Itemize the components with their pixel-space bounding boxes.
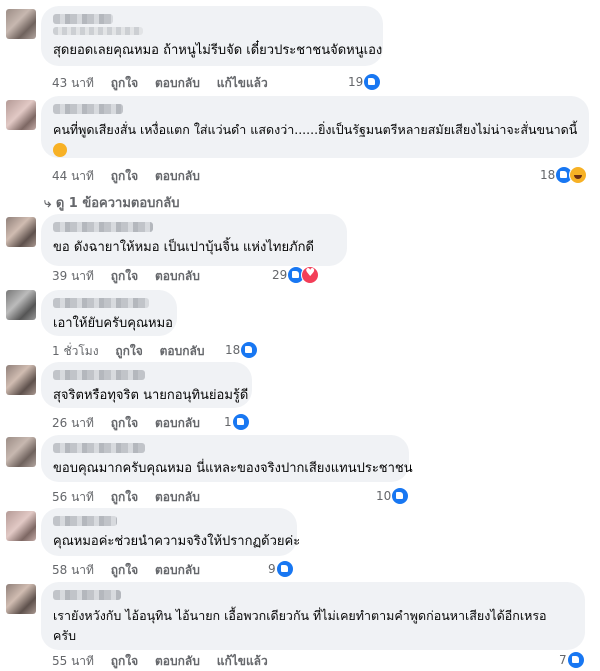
- comment-bubble: ขอ ดังฉายาให้หมอ เป็นเปาบุ้นจิ้น แห่งไทย…: [41, 214, 347, 266]
- commenter-name[interactable]: [53, 298, 149, 308]
- comment-bubble: เอาให้ยับครับคุณหมอ: [41, 290, 177, 336]
- like-reaction-icon: [240, 341, 259, 359]
- commenter-name[interactable]: [53, 443, 145, 453]
- comment-text: เอาให้ยับครับคุณหมอ: [53, 316, 173, 331]
- timestamp[interactable]: 56 นาที: [52, 490, 94, 504]
- like-button[interactable]: ถูกใจ: [111, 490, 138, 504]
- reaction-count: 9: [268, 562, 276, 576]
- like-reaction-icon: [363, 73, 382, 91]
- like-button[interactable]: ถูกใจ: [111, 269, 138, 283]
- comment-text: สุดยอดเลยคุณหมอ ถ้าหนูไม่รีบจัด เดี๋ยวปร…: [53, 43, 383, 58]
- commenter-name[interactable]: [53, 222, 153, 232]
- reaction-summary[interactable]: 10: [376, 487, 410, 505]
- like-button[interactable]: ถูกใจ: [111, 76, 138, 90]
- timestamp[interactable]: 1 ชั่วโมง: [52, 344, 99, 358]
- reply-button[interactable]: ตอบกลับ: [155, 269, 200, 283]
- reaction-count: 1: [224, 415, 232, 429]
- comment-text-line-1: เรายังหวังกับ ไอ้อนุทิน ไอ้นายก เอื้อพวก…: [53, 608, 547, 623]
- comment-actions: 43 นาที ถูกใจ ตอบกลับ แก้ไขแล้ว: [52, 74, 281, 93]
- reaction-count: 10: [376, 489, 392, 503]
- laughing-emoji-icon: [53, 143, 67, 157]
- reaction-summary[interactable]: 7: [559, 651, 585, 669]
- like-button[interactable]: ถูกใจ: [111, 563, 138, 577]
- reaction-summary[interactable]: 18: [225, 341, 259, 359]
- comment-bubble: สุจริตหรือทุจริต นายกอนุทินย่อมรู้ดี: [41, 362, 252, 408]
- commenter-name[interactable]: [53, 370, 145, 380]
- reaction-count: 18: [225, 343, 241, 357]
- like-reaction-icon: [391, 487, 410, 505]
- comment-bubble: คุณหมอค่ะช่วยนำความจริงให้ปรากฏด้วยค่ะ: [41, 508, 301, 556]
- edited-label: แก้ไขแล้ว: [216, 76, 268, 90]
- reply-button[interactable]: ตอบกลับ: [155, 654, 200, 668]
- view-replies-link[interactable]: ⤷ ดู 1 ข้อความตอบกลับ: [44, 192, 180, 213]
- like-reaction-icon: [231, 413, 250, 431]
- commenter-name[interactable]: [53, 14, 113, 24]
- commenter-name[interactable]: [53, 104, 123, 114]
- reaction-summary[interactable]: 9: [268, 560, 294, 578]
- timestamp[interactable]: 43 นาที: [52, 76, 94, 90]
- timestamp[interactable]: 39 นาที: [52, 269, 94, 283]
- haha-reaction-icon: [569, 166, 588, 184]
- like-reaction-icon: [275, 560, 294, 578]
- reaction-count: 7: [559, 653, 567, 667]
- comment-actions: 1 ชั่วโมง ถูกใจ ตอบกลับ: [52, 342, 217, 361]
- reply-button[interactable]: ตอบกลับ: [155, 416, 200, 430]
- timestamp[interactable]: 55 นาที: [52, 654, 94, 668]
- commenter-name[interactable]: [53, 516, 117, 526]
- timestamp[interactable]: 26 นาที: [52, 416, 94, 430]
- reaction-count: 18: [540, 168, 556, 182]
- reaction-summary[interactable]: 18: [540, 166, 588, 184]
- reaction-summary[interactable]: 29: [272, 266, 320, 284]
- reply-arrow-icon: ⤷: [44, 196, 56, 211]
- timestamp[interactable]: 44 นาที: [52, 169, 94, 183]
- comment-actions: 44 นาที ถูกใจ ตอบกลับ: [52, 167, 213, 186]
- comment-actions: 55 นาที ถูกใจ ตอบกลับ แก้ไขแล้ว: [52, 652, 281, 671]
- view-replies-label: ดู 1 ข้อความตอบกลับ: [55, 196, 180, 211]
- reaction-summary[interactable]: 1: [224, 413, 250, 431]
- comment-bubble: สุดยอดเลยคุณหมอ ถ้าหนูไม่รีบจัด เดี๋ยวปร…: [41, 6, 383, 66]
- comment-text: คุณหมอค่ะช่วยนำความจริงให้ปรากฏด้วยค่ะ: [53, 534, 301, 549]
- comment-bubble: เรายังหวังกับ ไอ้อนุทิน ไอ้นายก เอื้อพวก…: [41, 582, 585, 650]
- commenter-name[interactable]: [53, 590, 121, 600]
- like-button[interactable]: ถูกใจ: [111, 169, 138, 183]
- commenter-name-blurred: [53, 27, 143, 35]
- like-reaction-icon: [566, 651, 585, 669]
- comment-actions: 26 นาที ถูกใจ ตอบกลับ: [52, 414, 213, 433]
- reply-button[interactable]: ตอบกลับ: [160, 344, 205, 358]
- comment-actions: 56 นาที ถูกใจ ตอบกลับ: [52, 488, 213, 507]
- comment-text: ขอบคุณมากครับคุณหมอ นี่แหละของจริงปากเสี…: [53, 461, 413, 476]
- avatar[interactable]: [6, 437, 36, 467]
- like-button[interactable]: ถูกใจ: [111, 416, 138, 430]
- reply-button[interactable]: ตอบกลับ: [155, 169, 200, 183]
- reaction-count: 19: [348, 75, 364, 89]
- avatar[interactable]: [6, 9, 36, 39]
- avatar[interactable]: [6, 365, 36, 395]
- avatar[interactable]: [6, 511, 36, 541]
- reaction-summary[interactable]: 19: [348, 73, 382, 91]
- timestamp[interactable]: 58 นาที: [52, 563, 94, 577]
- reaction-count: 29: [272, 268, 288, 282]
- reply-button[interactable]: ตอบกลับ: [155, 490, 200, 504]
- avatar[interactable]: [6, 584, 36, 614]
- comment-actions: 58 นาที ถูกใจ ตอบกลับ: [52, 561, 213, 580]
- comment-text: สุจริตหรือทุจริต นายกอนุทินย่อมรู้ดี: [53, 388, 249, 403]
- avatar[interactable]: [6, 217, 36, 247]
- comment-bubble: คนที่พูดเสียงสั่น เหงื่อแตก ใส่แว่นดำ แส…: [41, 96, 589, 158]
- comment-actions: 39 นาที ถูกใจ ตอบกลับ: [52, 267, 213, 286]
- avatar[interactable]: [6, 290, 36, 320]
- edited-label: แก้ไขแล้ว: [216, 654, 268, 668]
- reply-button[interactable]: ตอบกลับ: [155, 563, 200, 577]
- reply-button[interactable]: ตอบกลับ: [155, 76, 200, 90]
- comment-bubble: ขอบคุณมากครับคุณหมอ นี่แหละของจริงปากเสี…: [41, 435, 413, 482]
- love-reaction-icon: [301, 266, 320, 284]
- comment-text-line-2: ครับ: [53, 628, 77, 643]
- avatar[interactable]: [6, 100, 36, 130]
- like-button[interactable]: ถูกใจ: [111, 654, 138, 668]
- comment-text: คนที่พูดเสียงสั่น เหงื่อแตก ใส่แว่นดำ แส…: [53, 122, 578, 137]
- like-button[interactable]: ถูกใจ: [115, 344, 142, 358]
- comment-text: ขอ ดังฉายาให้หมอ เป็นเปาบุ้นจิ้น แห่งไทย…: [53, 240, 314, 255]
